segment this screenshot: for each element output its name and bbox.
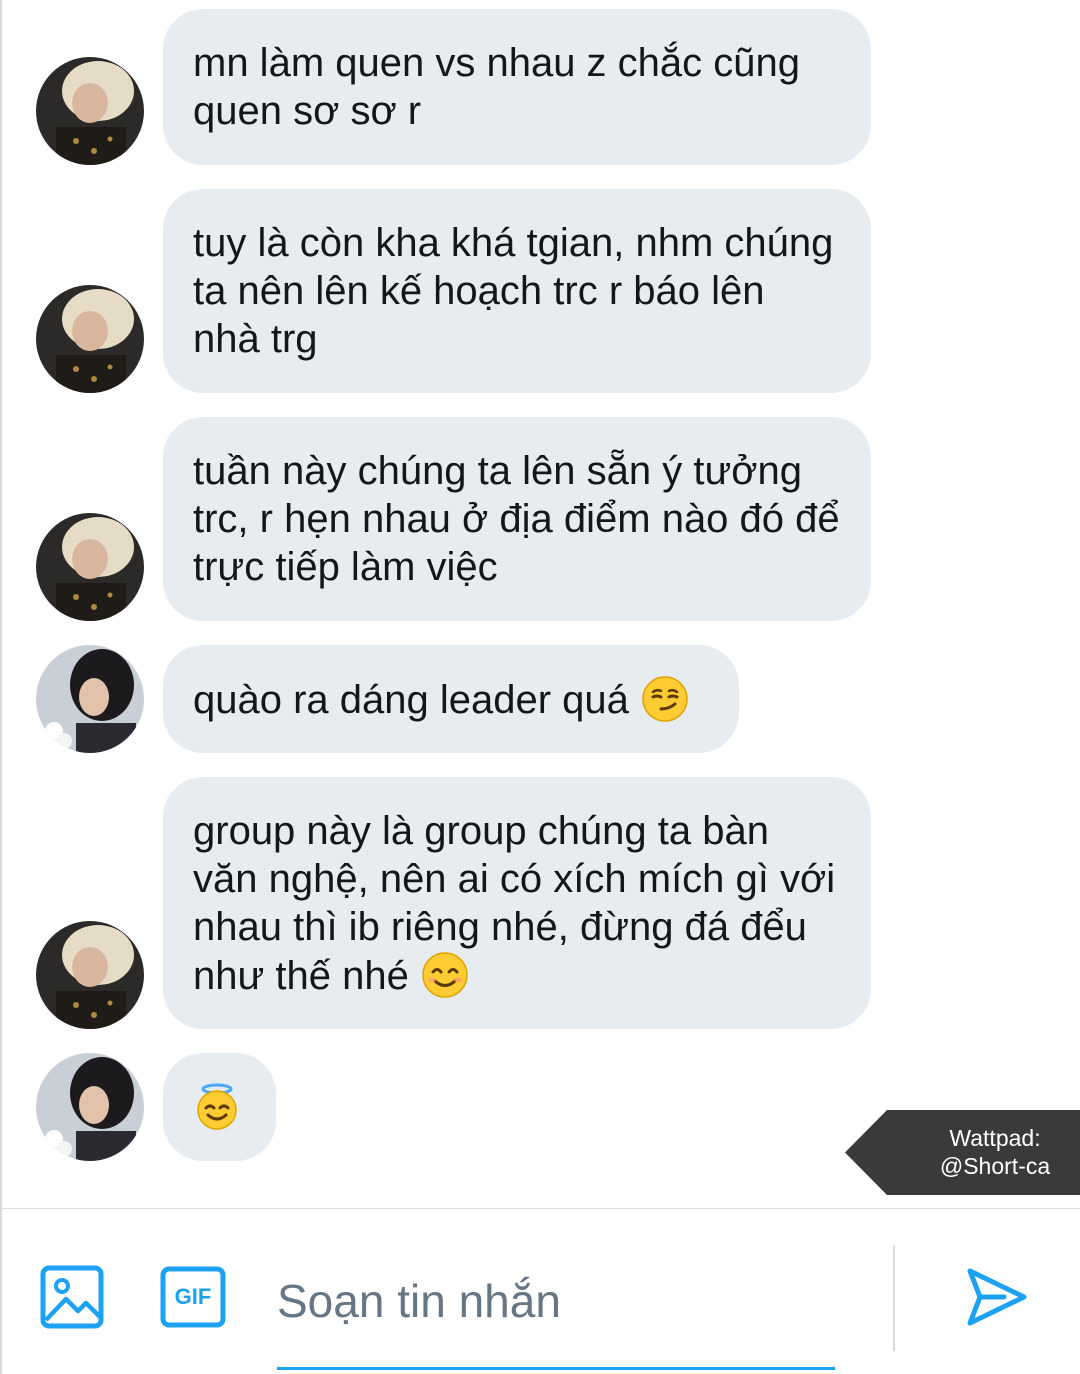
message-bubble[interactable]: quào ra dáng leader quá [163, 645, 739, 753]
image-icon[interactable] [40, 1265, 104, 1334]
message-bubble[interactable]: group này là group chúng ta bàn văn nghệ… [163, 777, 871, 1029]
message-input[interactable] [277, 1265, 833, 1337]
avatar-user-blonde-image [36, 57, 144, 165]
watermark-line1: Wattpad: [949, 1125, 1041, 1151]
avatar[interactable] [36, 513, 144, 621]
avatar[interactable] [36, 645, 144, 753]
message-text: tuy là còn kha khá tgian, nhm chúng ta n… [193, 221, 834, 361]
message-content: group này là group chúng ta bàn văn nghệ… [193, 807, 841, 1000]
avatar[interactable] [36, 921, 144, 1029]
gif-label: GIF [174, 1284, 212, 1309]
avatar-user-darkhair-image [36, 645, 144, 753]
avatar-user-blonde-image [36, 285, 144, 393]
message-bubble[interactable] [163, 1053, 276, 1161]
input-underline [277, 1367, 835, 1370]
send-icon[interactable] [964, 1265, 1028, 1334]
composer-divider [893, 1245, 895, 1351]
watermark-tag: Wattpad: @Short-ca [843, 1110, 1080, 1195]
avatar-user-blonde-image [36, 513, 144, 621]
avatar-user-darkhair-image [36, 1053, 144, 1161]
message-bubble[interactable]: tuần này chúng ta lên sẵn ý tưởng trc, r… [163, 417, 871, 621]
watermark-line2: @Short-ca [939, 1153, 1051, 1179]
message-text: mn làm quen vs nhau z chắc cũng quen sơ … [193, 41, 801, 133]
message-bubble[interactable]: tuy là còn kha khá tgian, nhm chúng ta n… [163, 189, 871, 393]
message-content: quào ra dáng leader quá [193, 675, 689, 724]
avatar[interactable] [36, 1053, 144, 1161]
watermark-text: Wattpad: @Short-ca [913, 1124, 1077, 1180]
left-border [0, 0, 2, 1374]
avatar-user-blonde-image [36, 921, 144, 1029]
message-text: quào ra dáng leader quá [193, 677, 629, 722]
smirking-face-icon [641, 675, 689, 723]
gif-button[interactable]: GIF [160, 1266, 226, 1333]
message-composer: GIF [0, 1208, 1080, 1374]
avatar[interactable] [36, 57, 144, 165]
smiling-face-with-smiling-eyes-icon [421, 951, 469, 999]
message-bubble[interactable]: mn làm quen vs nhau z chắc cũng quen sơ … [163, 9, 871, 165]
message-text: tuần này chúng ta lên sẵn ý tưởng trc, r… [193, 449, 840, 589]
smiling-face-with-halo-icon [193, 1083, 241, 1131]
avatar[interactable] [36, 285, 144, 393]
message-text: group này là group chúng ta bàn văn nghệ… [193, 808, 836, 998]
